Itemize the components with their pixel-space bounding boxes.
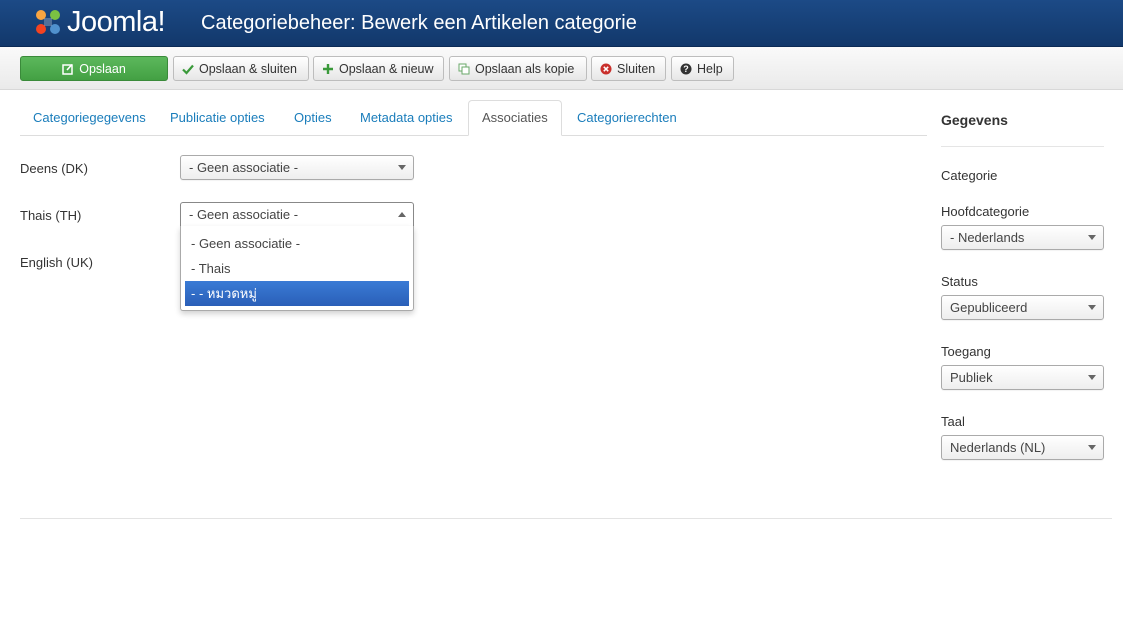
sidebar-divider (941, 146, 1104, 147)
save-new-label: Opslaan & nieuw (339, 61, 434, 76)
save-button[interactable]: Opslaan (20, 56, 168, 81)
chevron-down-icon (1088, 235, 1096, 240)
check-icon (182, 64, 194, 75)
access-value: Publiek (950, 370, 993, 385)
save-copy-button[interactable]: Opslaan als kopie (449, 56, 587, 81)
save-new-button[interactable]: Opslaan & nieuw (313, 56, 444, 81)
tab-publicatie-opties[interactable]: Publicatie opties (157, 100, 278, 136)
admin-header: Joomla! Categoriebeheer: Bewerk een Arti… (0, 0, 1123, 47)
dropdown-option-selected[interactable]: - - หมวดหมู่ (185, 281, 409, 306)
status-label: Status (941, 274, 978, 289)
tab-bar: Categoriegegevens Publicatie opties Opti… (20, 100, 927, 136)
save-label: Opslaan (79, 61, 126, 76)
category-label: Categorie (941, 168, 998, 183)
plus-icon (323, 63, 333, 74)
joomla-logo-icon (33, 7, 63, 37)
help-button[interactable]: ? Help (671, 56, 734, 81)
help-icon: ? (680, 63, 692, 74)
status-select[interactable]: Gepubliceerd (941, 295, 1104, 320)
language-select[interactable]: Nederlands (NL) (941, 435, 1104, 460)
tab-metadata-opties[interactable]: Metadata opties (347, 100, 466, 136)
joomla-logo[interactable]: Joomla! (33, 5, 166, 38)
language-value: Nederlands (NL) (950, 440, 1046, 455)
save-close-label: Opslaan & sluiten (199, 61, 297, 76)
association-value-thais: - Geen associatie - (189, 207, 299, 222)
parent-label: Hoofdcategorie (941, 204, 1030, 219)
access-label: Toegang (941, 344, 991, 359)
parent-value: - Nederlands (950, 230, 1025, 245)
chevron-up-icon (398, 212, 406, 217)
page-title: Categoriebeheer: Bewerk een Artikelen ca… (201, 12, 637, 34)
save-copy-label: Opslaan als kopie (475, 61, 575, 76)
language-label: Taal (941, 414, 965, 429)
dropdown-option[interactable]: - Thais (181, 256, 413, 281)
label-english: English (UK) (20, 255, 93, 270)
association-value-deens: - Geen associatie - (189, 160, 299, 175)
chevron-down-icon (398, 165, 406, 170)
sidebar-title: Gegevens (941, 112, 1008, 128)
dropdown-option[interactable]: - Geen associatie - (181, 231, 413, 256)
status-value: Gepubliceerd (950, 300, 1028, 315)
bottom-divider (20, 518, 1112, 519)
chevron-down-icon (1088, 375, 1096, 380)
parent-select[interactable]: - Nederlands (941, 225, 1104, 250)
close-icon (600, 63, 612, 74)
toolbar: Opslaan Opslaan & sluiten Opslaan & nieu… (0, 47, 1123, 90)
tab-categorierechten[interactable]: Categorierechten (564, 100, 690, 136)
close-button[interactable]: Sluiten (591, 56, 666, 81)
label-deens: Deens (DK) (20, 161, 88, 176)
association-select-thais[interactable]: - Geen associatie - (180, 202, 414, 227)
association-dropdown-list: - Geen associatie - - Thais - - หมวดหมู่ (180, 226, 414, 311)
tab-opties[interactable]: Opties (281, 100, 345, 136)
chevron-down-icon (1088, 445, 1096, 450)
logo-text: Joomla! (67, 5, 166, 38)
close-label: Sluiten (617, 61, 656, 76)
save-close-button[interactable]: Opslaan & sluiten (173, 56, 309, 81)
help-label: Help (697, 61, 723, 76)
association-select-deens[interactable]: - Geen associatie - (180, 155, 414, 180)
access-select[interactable]: Publiek (941, 365, 1104, 390)
chevron-down-icon (1088, 305, 1096, 310)
tab-categoriegegevens[interactable]: Categoriegegevens (20, 100, 159, 136)
label-thais: Thais (TH) (20, 208, 82, 223)
svg-text:?: ? (683, 64, 689, 74)
copy-icon (458, 63, 470, 74)
tab-associaties[interactable]: Associaties (468, 100, 562, 136)
edit-icon (62, 63, 73, 75)
